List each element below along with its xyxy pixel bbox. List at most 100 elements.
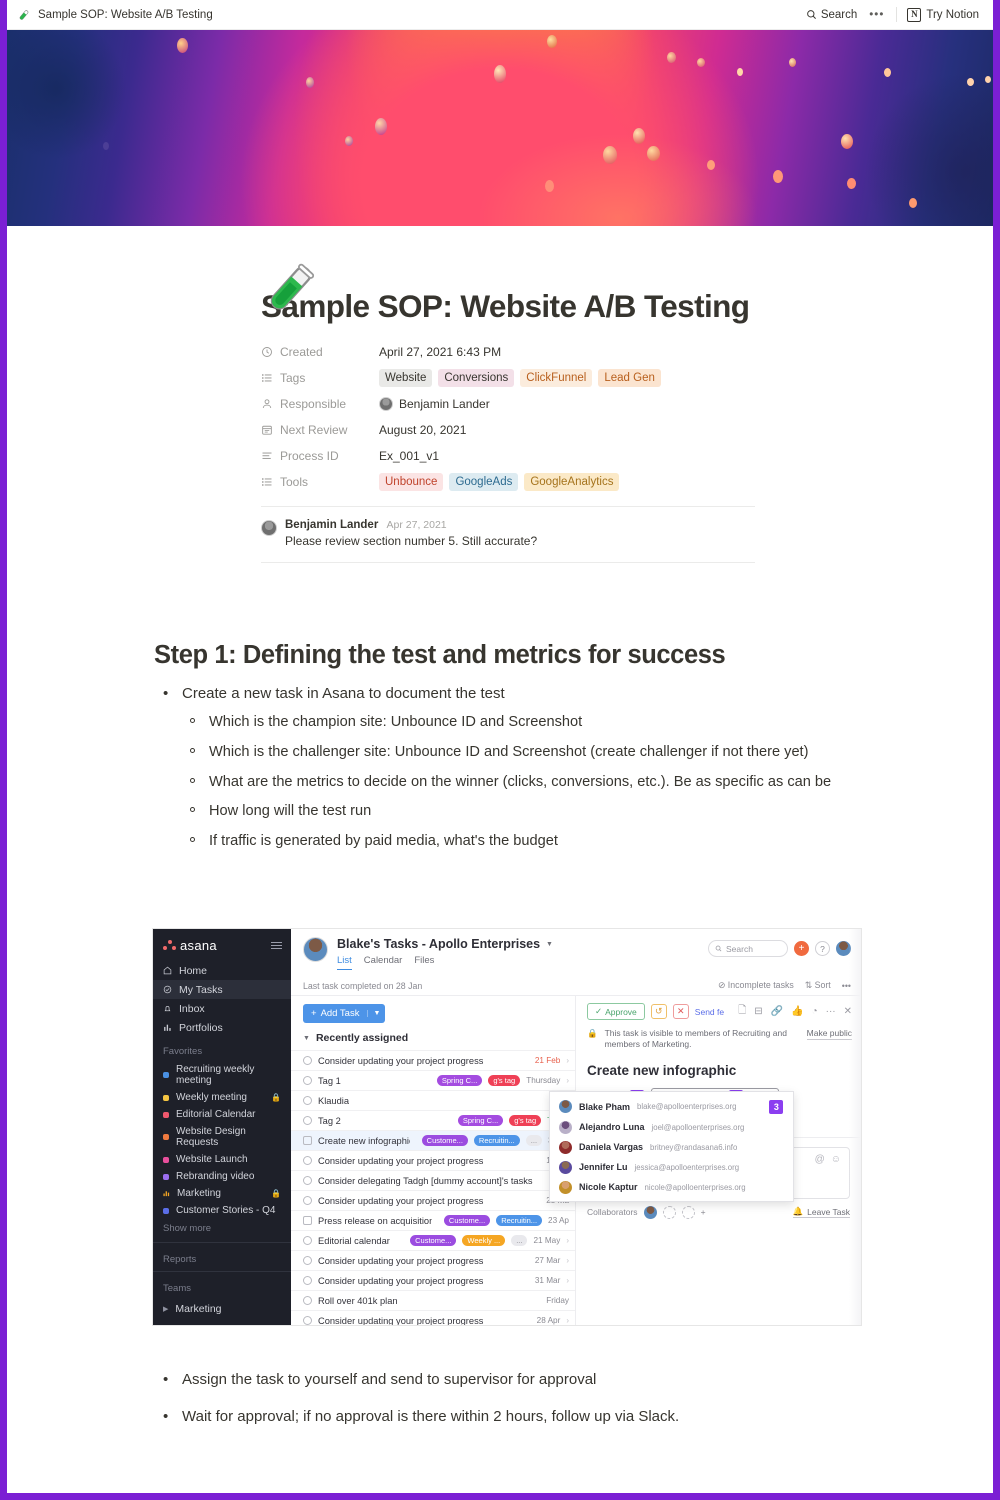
chevron-right-icon[interactable]: › xyxy=(566,1236,569,1245)
sidebar-favorite-item[interactable]: Customer Stories - Q4 xyxy=(153,1202,291,1219)
task-complete-icon[interactable] xyxy=(303,1316,312,1325)
more-tags-chip[interactable]: ... xyxy=(525,1135,543,1146)
table-row[interactable]: Press release on acquisition Custome... Re… xyxy=(291,1210,575,1230)
task-complete-icon[interactable] xyxy=(303,1256,312,1265)
list-item[interactable]: Daniela Vargas britney@randasana6.info xyxy=(550,1137,793,1157)
emoji-icon[interactable]: ☺ xyxy=(831,1154,841,1165)
add-task-button[interactable]: + Add Task ▼ xyxy=(303,1004,386,1023)
tag-chip[interactable]: Website xyxy=(379,369,433,387)
search-button[interactable]: Search xyxy=(806,9,857,21)
sidebar-collapse-icon[interactable] xyxy=(271,941,282,950)
task-detail-title[interactable]: Create new infographic xyxy=(576,1051,861,1078)
sidebar-favorite-item[interactable]: Website Launch xyxy=(153,1151,291,1168)
chevron-right-icon[interactable]: › xyxy=(566,1076,569,1085)
property-row-tags[interactable]: Tags Website Conversions ClickFunnel Lea… xyxy=(261,365,755,391)
task-complete-icon[interactable] xyxy=(303,1096,312,1105)
chevron-right-icon[interactable]: › xyxy=(566,1316,569,1325)
task-complete-icon[interactable] xyxy=(303,1076,312,1085)
property-row-process-id[interactable]: Process ID Ex_001_v1 xyxy=(261,443,755,469)
clock-icon[interactable]: ◔ xyxy=(812,1006,818,1017)
table-row[interactable]: Editorial calendar Custome... Weekly .....… xyxy=(291,1230,575,1250)
sidebar-team-item[interactable]: ▶Managers xyxy=(153,1320,291,1325)
tab-files[interactable]: Files xyxy=(414,955,434,970)
mention-icon[interactable]: @ xyxy=(815,1154,825,1165)
subtask-icon[interactable]: ⊟ xyxy=(754,1006,762,1017)
page-icon-test-tube[interactable] xyxy=(260,257,322,319)
task-complete-icon[interactable] xyxy=(303,1276,312,1285)
avatar-placeholder[interactable] xyxy=(681,1205,695,1219)
more-options-button[interactable]: ••• xyxy=(867,9,886,21)
task-tag[interactable]: Spring C... xyxy=(436,1075,483,1086)
asana-logo[interactable]: asana xyxy=(163,938,217,953)
sidebar-show-more-button[interactable]: Show more xyxy=(153,1219,291,1240)
avatar-placeholder[interactable] xyxy=(662,1205,676,1219)
help-button[interactable]: ? xyxy=(815,941,830,956)
task-complete-icon[interactable] xyxy=(303,1296,312,1305)
chevron-right-icon[interactable]: › xyxy=(566,1276,569,1285)
sidebar-item-my-tasks[interactable]: My Tasks xyxy=(153,980,291,999)
sidebar-favorite-item[interactable]: Weekly meeting 🔒 xyxy=(153,1089,291,1106)
sidebar-item-inbox[interactable]: Inbox xyxy=(153,999,291,1018)
chevron-down-icon[interactable]: ▼ xyxy=(367,1010,385,1017)
property-row-tools[interactable]: Tools Unbounce GoogleAds GoogleAnalytics xyxy=(261,469,755,495)
task-complete-icon[interactable] xyxy=(303,1056,312,1065)
task-type-icon[interactable] xyxy=(303,1136,312,1145)
task-complete-icon[interactable] xyxy=(303,1156,312,1165)
table-row[interactable]: Tag 2Spring C...g's tagToday xyxy=(291,1110,575,1130)
avatar[interactable] xyxy=(643,1205,657,1219)
send-feedback-button[interactable]: Send fe xyxy=(695,1007,724,1017)
assignee-dropdown[interactable]: Blake Pham blake@apolloenterprises.org 3… xyxy=(549,1091,794,1202)
link-icon[interactable]: 🔗 xyxy=(771,1006,783,1017)
tab-list[interactable]: List xyxy=(337,955,352,970)
attachment-icon[interactable]: 🗋 xyxy=(738,1003,746,1020)
task-tag[interactable]: g's tag xyxy=(488,1075,521,1086)
task-tag[interactable]: Recruitin... xyxy=(473,1135,520,1146)
task-tag[interactable]: g's tag xyxy=(509,1115,542,1126)
more-tags-chip[interactable]: ... xyxy=(511,1235,528,1246)
tool-chip[interactable]: Unbounce xyxy=(379,473,444,491)
page-comment[interactable]: Benjamin Lander Apr 27, 2021 Please revi… xyxy=(261,519,755,548)
table-row[interactable]: Roll over 401k plan Friday xyxy=(291,1290,575,1310)
task-complete-icon[interactable] xyxy=(303,1176,312,1185)
quick-add-button[interactable]: + xyxy=(794,941,809,956)
sidebar-section-reports[interactable]: Reports xyxy=(153,1245,291,1269)
leave-task-button[interactable]: 🔔 Leave Task xyxy=(792,1206,850,1219)
sidebar-team-item[interactable]: ▶ Marketing xyxy=(153,1298,291,1320)
property-row-next-review[interactable]: Next Review August 20, 2021 xyxy=(261,417,755,443)
table-row[interactable]: Consider updating your project progress2… xyxy=(291,1050,575,1070)
task-tag[interactable]: Spring C... xyxy=(457,1115,504,1126)
sidebar-favorite-item[interactable]: Rebranding video xyxy=(153,1168,291,1185)
add-collaborator-button[interactable]: + xyxy=(701,1207,706,1217)
sidebar-favorite-item[interactable]: Marketing 🔒 xyxy=(153,1185,291,1202)
tool-chip[interactable]: GoogleAnalytics xyxy=(524,473,620,491)
task-complete-icon[interactable] xyxy=(303,1116,312,1125)
task-type-icon[interactable] xyxy=(303,1216,312,1225)
chevron-right-icon[interactable]: › xyxy=(566,1256,569,1265)
sort-button[interactable]: ⇅ Sort xyxy=(805,980,831,991)
list-item[interactable]: Jennifer Lu jessica@apolloenterprises.or… xyxy=(550,1157,793,1177)
chevron-down-icon[interactable]: ▼ xyxy=(546,941,553,948)
list-item[interactable]: Alejandro Luna joel@apolloenterprises.or… xyxy=(550,1117,793,1137)
task-tag[interactable]: Weekly ... xyxy=(462,1235,506,1246)
task-complete-icon[interactable] xyxy=(303,1196,312,1205)
tag-chip[interactable]: ClickFunnel xyxy=(520,369,593,387)
sidebar-item-portfolios[interactable]: Portfolios xyxy=(153,1018,291,1037)
asana-project-title[interactable]: Blake's Tasks - Apollo Enterprises ▼ xyxy=(337,937,553,951)
table-row[interactable]: Consider delegating Tadgh [dummy account… xyxy=(291,1170,575,1190)
task-tag[interactable]: Recruitin... xyxy=(496,1215,543,1226)
reject-button[interactable]: ✕ xyxy=(672,1004,689,1019)
task-complete-icon[interactable] xyxy=(303,1236,312,1245)
sidebar-favorite-item[interactable]: Website Design Requests xyxy=(153,1123,291,1151)
table-row[interactable]: Tag 1 Spring C... g's tag Thursday › xyxy=(291,1070,575,1090)
sidebar-favorite-item[interactable]: Editorial Calendar xyxy=(153,1106,291,1123)
table-row[interactable]: Consider updating your project progress2… xyxy=(291,1250,575,1270)
table-row[interactable]: Consider updating your project progress2… xyxy=(291,1190,575,1210)
property-row-responsible[interactable]: Responsible Benjamin Lander xyxy=(261,391,755,417)
sidebar-item-home[interactable]: Home xyxy=(153,961,291,980)
more-options-button[interactable]: ··· xyxy=(826,1006,836,1017)
table-row[interactable]: Consider updating your project progress1… xyxy=(291,1150,575,1170)
task-group-header[interactable]: ▼ Recently assigned xyxy=(291,1023,575,1050)
try-notion-button[interactable]: N Try Notion xyxy=(907,7,979,22)
make-public-button[interactable]: Make public xyxy=(806,1028,852,1041)
task-tag[interactable]: Custome... xyxy=(443,1215,491,1226)
